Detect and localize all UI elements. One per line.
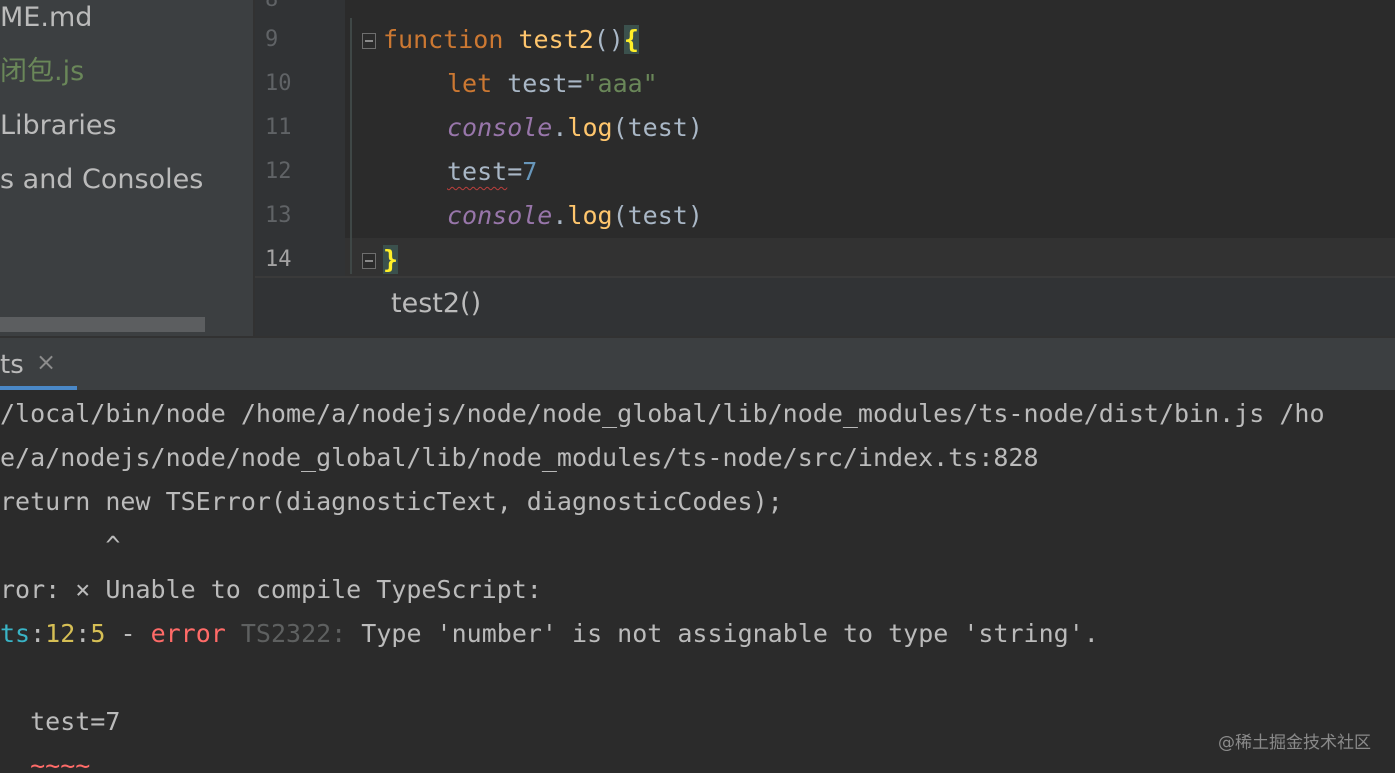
code-line-11[interactable]: console.log(test) bbox=[447, 106, 703, 150]
line-number-9: 9 bbox=[265, 27, 279, 52]
console-line-return: return new TSError(diagnosticText, diagn… bbox=[0, 487, 783, 516]
params: () bbox=[593, 25, 624, 54]
line-number-12: 12 bbox=[265, 159, 292, 184]
error-message: Type 'number' is not assignable to type … bbox=[346, 619, 1099, 648]
project-tree: ME.md 闭包.js Libraries s and Consoles bbox=[0, 0, 253, 336]
log-args: (test) bbox=[612, 201, 703, 230]
console-line-command: /local/bin/node /home/a/nodejs/node/node… bbox=[0, 399, 1325, 428]
console-line-snippet: test=7 bbox=[0, 707, 121, 736]
code-editor[interactable]: 8 9 10 11 12 13 14 function test2(){ let… bbox=[255, 0, 1395, 278]
line-number-10: 10 bbox=[265, 71, 292, 96]
console-line-tilde-marker: ~~~~ bbox=[0, 751, 91, 773]
console-object: console bbox=[447, 201, 553, 230]
console-object: console bbox=[447, 113, 553, 142]
close-icon[interactable]: × bbox=[36, 348, 56, 376]
code-line-12[interactable]: test=7 bbox=[447, 150, 537, 194]
run-console-output[interactable]: /local/bin/node /home/a/nodejs/node/node… bbox=[0, 390, 1395, 773]
run-tab-label: ts bbox=[0, 350, 24, 380]
dash: - bbox=[105, 619, 151, 648]
code-line-9[interactable]: function test2(){ bbox=[383, 18, 639, 62]
error-column: 5 bbox=[90, 619, 106, 648]
line-number-13: 13 bbox=[265, 203, 292, 228]
line-number-14: 14 bbox=[265, 247, 292, 272]
console-line-error-title: ror: × Unable to compile TypeScript: bbox=[0, 575, 542, 604]
run-tab[interactable]: ts × bbox=[0, 338, 77, 391]
console-line-source-path[interactable]: e/a/nodejs/node/node_global/lib/node_mod… bbox=[0, 436, 1039, 480]
console-line-ts-error: ts:12:5 - error TS2322: Type 'number' is… bbox=[0, 612, 1099, 656]
current-line-highlight bbox=[345, 238, 1395, 278]
tree-item-libraries[interactable]: Libraries bbox=[0, 106, 117, 146]
error-code: TS2322: bbox=[225, 619, 347, 648]
open-brace: { bbox=[623, 25, 639, 54]
function-name: test2 bbox=[518, 25, 594, 54]
console-line-caret: ^ bbox=[0, 531, 121, 560]
assign-op: = bbox=[507, 157, 523, 186]
string-literal: "aaa" bbox=[582, 69, 658, 98]
tree-item-closure-js[interactable]: 闭包.js bbox=[0, 52, 84, 92]
var-decl: test= bbox=[492, 69, 583, 98]
code-line-10[interactable]: let test="aaa" bbox=[447, 62, 658, 106]
separator: : bbox=[75, 619, 91, 648]
code-line-14[interactable]: } bbox=[383, 238, 399, 278]
error-label: error bbox=[150, 619, 226, 648]
watermark-text: @稀土掘金技术社区 bbox=[1218, 733, 1371, 753]
log-method: log bbox=[567, 113, 613, 142]
fold-collapse-icon[interactable] bbox=[362, 33, 376, 49]
breadcrumb-bar: test2() bbox=[255, 278, 1395, 336]
breadcrumb-function[interactable]: test2() bbox=[391, 288, 481, 319]
line-number-11: 11 bbox=[265, 115, 292, 140]
separator: : bbox=[30, 619, 46, 648]
tree-item-scratches-consoles[interactable]: s and Consoles bbox=[0, 160, 203, 200]
number-literal: 7 bbox=[522, 157, 538, 186]
tree-item-readme[interactable]: ME.md bbox=[0, 0, 92, 38]
keyword-let: let bbox=[447, 69, 493, 98]
sidebar-horizontal-scrollbar[interactable] bbox=[0, 317, 205, 332]
fold-guide bbox=[350, 18, 352, 274]
keyword-function: function bbox=[383, 25, 504, 54]
dot: . bbox=[552, 201, 568, 230]
run-tool-header: ts × bbox=[0, 336, 1395, 391]
log-args: (test) bbox=[612, 113, 703, 142]
fold-end-icon[interactable] bbox=[362, 253, 376, 269]
code-line-13[interactable]: console.log(test) bbox=[447, 194, 703, 238]
dot: . bbox=[552, 113, 568, 142]
error-line-number: 12 bbox=[45, 619, 76, 648]
close-brace: } bbox=[383, 245, 399, 274]
log-method: log bbox=[567, 201, 613, 230]
error-file[interactable]: ts bbox=[0, 619, 30, 648]
error-squiggle-test[interactable]: test bbox=[447, 157, 507, 186]
